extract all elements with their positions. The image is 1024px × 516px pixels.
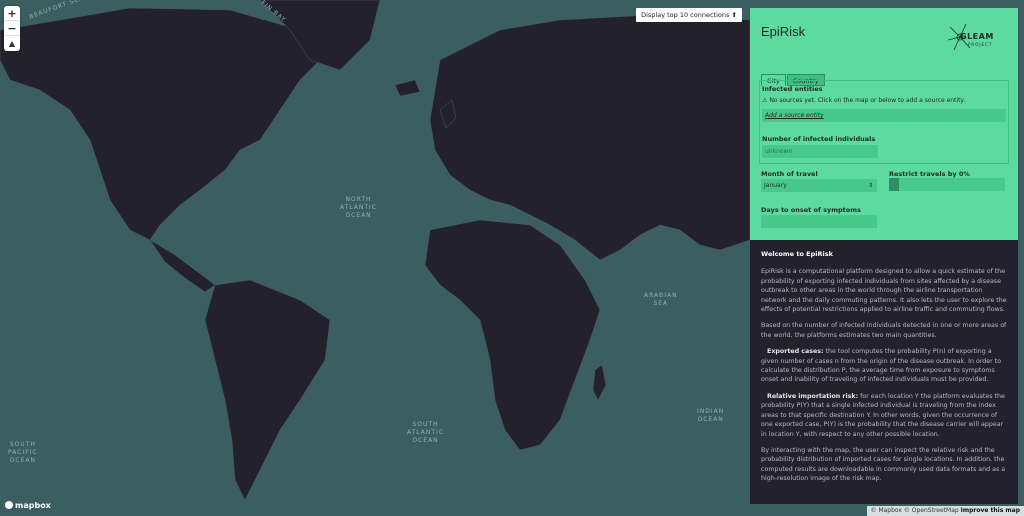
month-label: Month of travel [761, 170, 818, 178]
no-sources-message: ⚠ No sources yet. Click on the map or be… [762, 97, 966, 104]
restrict-label: Restrict travels by 0% [889, 170, 970, 178]
select-arrows-icon: ⇕ [867, 182, 873, 189]
info-paragraph-2: Based on the number of infected individu… [761, 322, 1007, 339]
zoom-in-button[interactable]: + [4, 6, 20, 21]
infected-entities-label: Infected entities [762, 85, 823, 93]
days-label: Days to onset of symptoms [761, 206, 861, 214]
restrict-slider[interactable] [889, 178, 1005, 191]
infected-individuals-input[interactable]: unknown [762, 145, 878, 158]
logo-subtext: PROJECT [968, 42, 993, 47]
ocean-label-indian: INDIAN OCEAN [697, 408, 725, 423]
info-paragraph-4: Relative importation risk: for each loca… [761, 392, 1005, 438]
infected-individuals-label: Number of infected individuals [762, 135, 876, 143]
info-paragraph-5: By interacting with the map, the user ca… [761, 446, 1006, 483]
month-select[interactable]: January ⇕ [761, 179, 877, 192]
zoom-out-button[interactable]: − [4, 21, 20, 36]
map-attribution: © Mapbox © OpenStreetMap Improve this ma… [866, 506, 1024, 516]
mapbox-logo[interactable]: mapbox [5, 501, 51, 510]
restrict-slider-handle[interactable] [889, 178, 899, 191]
info-paragraph-3: Exported cases: the tool computes the pr… [761, 348, 1002, 384]
info-paragraph-1: EpiRisk is a computational platform desi… [761, 268, 1007, 314]
attribution-copyright[interactable]: © Mapbox © OpenStreetMap [871, 507, 959, 514]
source-tabs: City Country [761, 68, 826, 86]
control-panel: EpiRisk GLEAM PROJECT City Country Infect… [750, 8, 1018, 240]
ocean-label-north-atlantic: NORTH ATLANTIC OCEAN [340, 196, 378, 219]
add-source-link[interactable]: Add a source entity [762, 109, 1006, 122]
info-heading: Welcome to EpiRisk [761, 250, 833, 258]
improve-map-link[interactable]: Improve this map [961, 507, 1020, 514]
logo-text: GLEAM [960, 32, 994, 41]
zoom-control: + − ▲ [4, 6, 20, 51]
ocean-label-south-pacific: SOUTH PACIFIC OCEAN [8, 441, 38, 464]
ocean-label-south-atlantic: SOUTH ATLANTIC OCEAN [407, 421, 445, 444]
warning-icon: ⚠ [762, 97, 768, 104]
days-input[interactable] [761, 215, 877, 228]
top-connections-button[interactable]: Display top 10 connections ⬆ [636, 8, 742, 22]
info-panel: Welcome to EpiRisk EpiRisk is a computat… [750, 240, 1018, 504]
mapbox-icon [5, 501, 13, 509]
ocean-label-arabian: ARABIAN SEA [644, 292, 678, 307]
compass-button[interactable]: ▲ [4, 36, 20, 51]
panel-title: EpiRisk [761, 24, 806, 39]
tab-content: Infected entities ⚠ No sources yet. Clic… [759, 80, 1009, 164]
